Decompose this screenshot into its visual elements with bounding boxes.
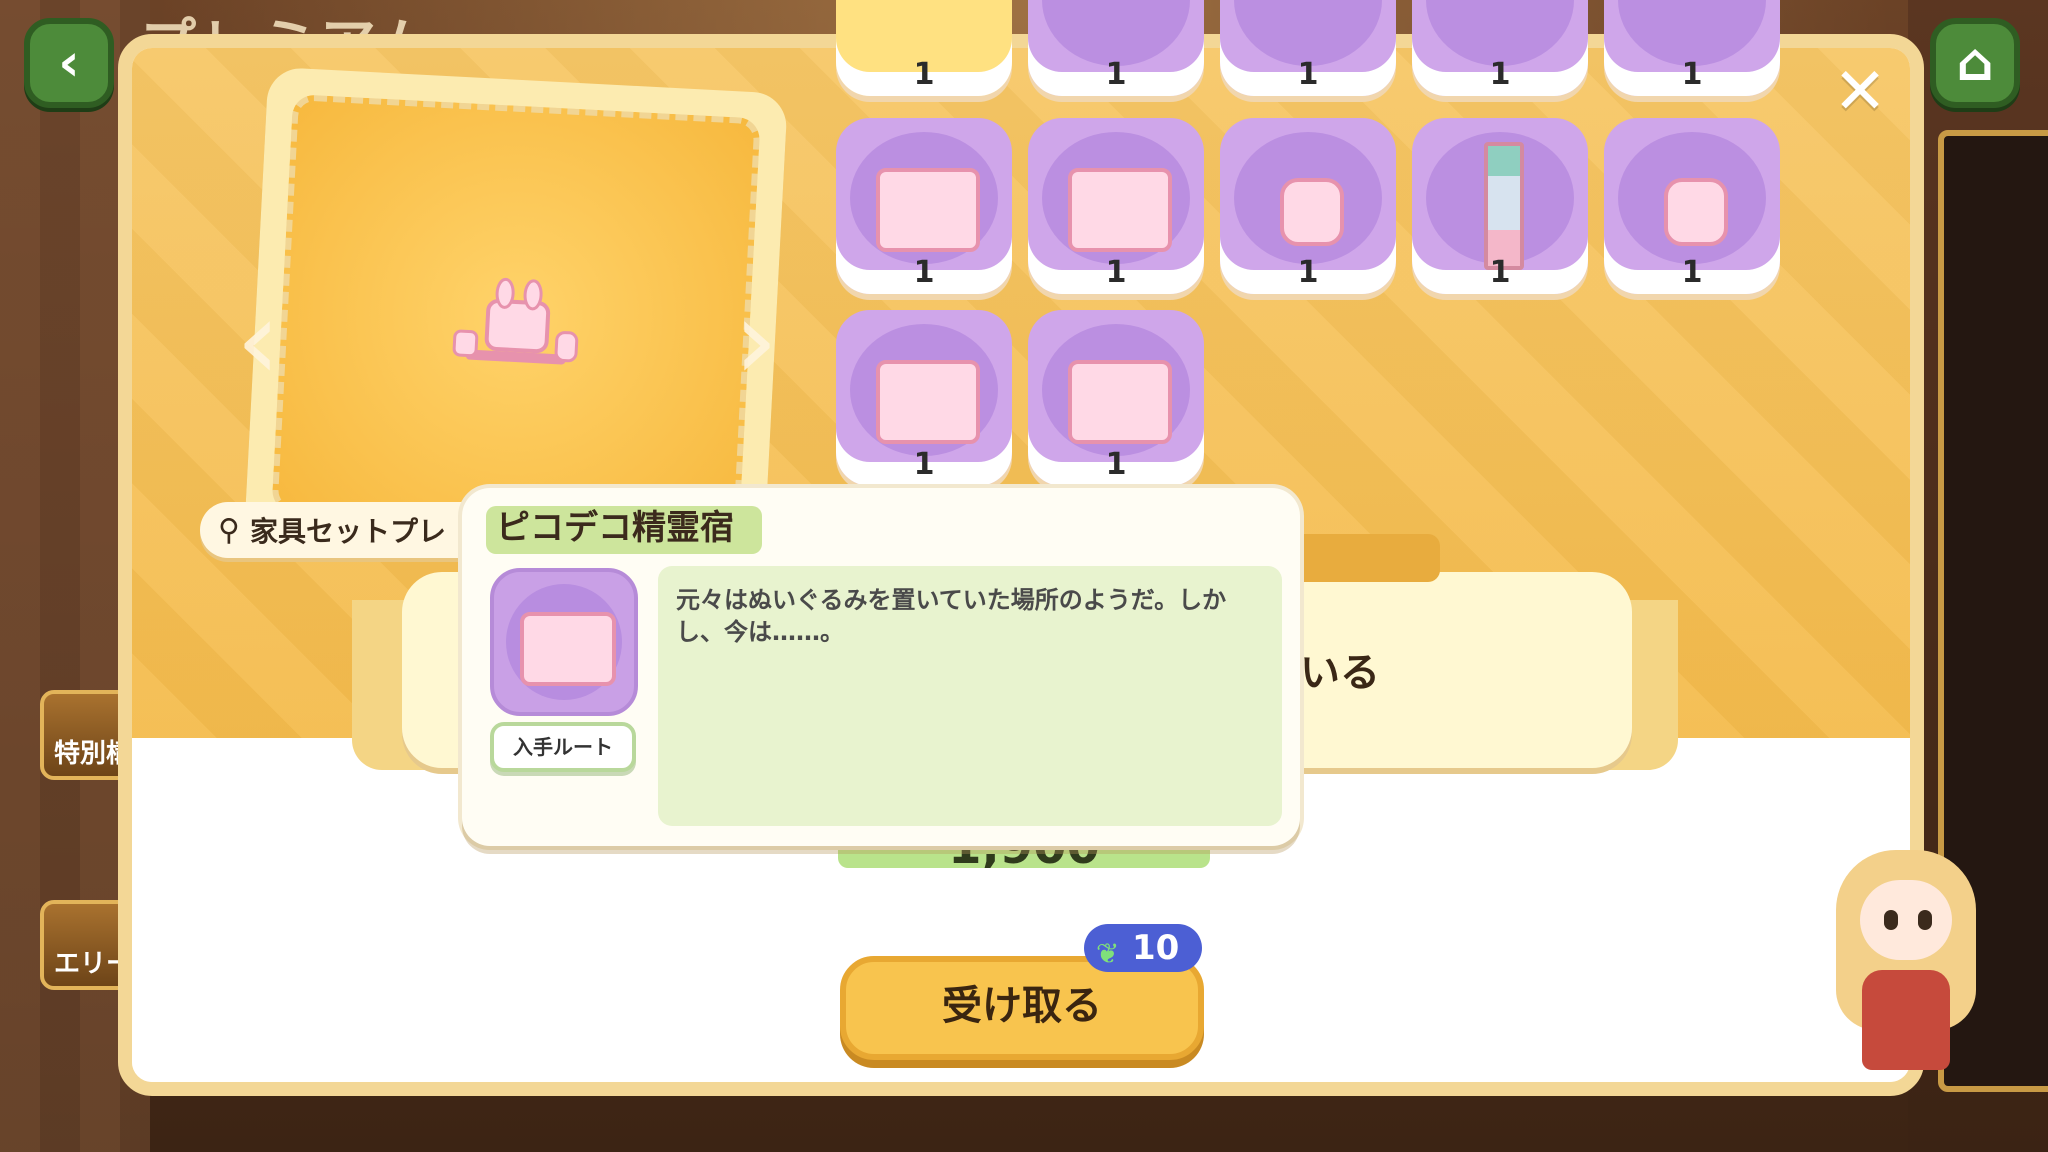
item-count: 1 bbox=[1297, 255, 1319, 290]
furniture-preview-icon bbox=[452, 277, 579, 365]
search-pill-label: 家具セットプレ bbox=[249, 515, 446, 548]
furniture-icon bbox=[1484, 142, 1524, 270]
item-count: 1 bbox=[1105, 447, 1127, 482]
previous-arrow-button[interactable]: ‹ bbox=[228, 285, 288, 395]
item-count: 1 bbox=[1681, 255, 1703, 290]
home-icon: ⌂ bbox=[1956, 33, 1994, 93]
leaf-icon: ❦ bbox=[1096, 937, 1120, 970]
item-count: 1 bbox=[1297, 57, 1319, 92]
back-arrow-icon: ‹ bbox=[58, 33, 80, 93]
furniture-icon bbox=[1280, 178, 1344, 246]
furniture-icon bbox=[1664, 178, 1728, 246]
item-tile[interactable]: 1 bbox=[1028, 310, 1204, 486]
item-count: 1 bbox=[913, 447, 935, 482]
acquisition-route-button[interactable]: 入手ルート bbox=[490, 722, 636, 772]
mascot-eye bbox=[1918, 910, 1932, 930]
furniture-icon bbox=[876, 360, 980, 444]
item-count: 1 bbox=[1105, 57, 1127, 92]
item-tile[interactable]: 1 bbox=[836, 0, 1012, 96]
item-tile[interactable]: 1 bbox=[1604, 118, 1780, 294]
close-button[interactable]: ✕ bbox=[1830, 60, 1890, 124]
popup-item-icon bbox=[490, 568, 638, 716]
item-tile[interactable]: 1 bbox=[1412, 118, 1588, 294]
home-button[interactable]: ⌂ bbox=[1930, 18, 2020, 108]
mascot-body bbox=[1862, 970, 1950, 1070]
item-count: 1 bbox=[913, 57, 935, 92]
furniture-icon bbox=[876, 168, 980, 252]
cost-value: 10 bbox=[1132, 928, 1180, 968]
item-count: 1 bbox=[1105, 255, 1127, 290]
preview-image bbox=[271, 94, 761, 536]
item-tile[interactable]: 1 bbox=[1604, 0, 1780, 96]
item-tile[interactable]: 1 bbox=[1028, 0, 1204, 96]
furniture-icon bbox=[1068, 360, 1172, 444]
mascot-eye bbox=[1884, 910, 1898, 930]
item-tile[interactable]: 1 bbox=[1220, 0, 1396, 96]
cost-badge: ❦ 10 bbox=[1084, 924, 1202, 972]
item-count: 1 bbox=[913, 255, 935, 290]
item-description: 元々はぬいぐるみを置いていた場所のようだ。しかし、今は……。 bbox=[658, 566, 1282, 826]
item-count: 1 bbox=[1489, 255, 1511, 290]
mascot-face bbox=[1860, 880, 1952, 960]
item-count: 1 bbox=[1681, 57, 1703, 92]
mascot-character bbox=[1826, 840, 1986, 1080]
search-icon: ⚲ bbox=[218, 512, 240, 548]
banner-text: いる bbox=[1300, 650, 1380, 696]
item-tile[interactable]: 1 bbox=[1220, 118, 1396, 294]
item-tile[interactable]: 1 bbox=[836, 310, 1012, 486]
item-tile[interactable]: 1 bbox=[1028, 118, 1204, 294]
furniture-icon bbox=[1068, 168, 1172, 252]
banner-bar bbox=[1280, 534, 1440, 582]
popup-title: ピコデコ精霊宿 bbox=[496, 508, 734, 548]
back-button[interactable]: ‹ bbox=[24, 18, 114, 108]
furniture-icon bbox=[520, 612, 616, 686]
next-arrow-button[interactable]: › bbox=[726, 285, 786, 395]
item-tile[interactable]: 1 bbox=[836, 118, 1012, 294]
item-count: 1 bbox=[1489, 57, 1511, 92]
item-tile[interactable]: 1 bbox=[1412, 0, 1588, 96]
